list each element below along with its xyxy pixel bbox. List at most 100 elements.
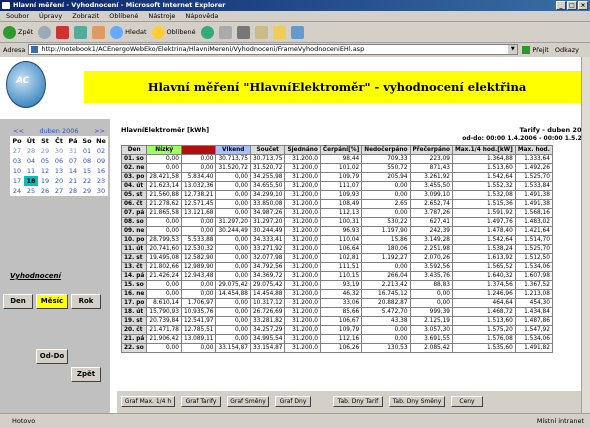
vyhodnoceni-heading: Vyhodnocení: [10, 272, 61, 280]
maximize-button[interactable]: □: [567, 1, 577, 10]
links-label[interactable]: Odkazy: [555, 46, 579, 54]
calendar-day[interactable]: 27: [52, 186, 66, 196]
calendar-day[interactable]: 04: [24, 156, 38, 166]
menu-soubor[interactable]: Soubor: [6, 11, 29, 21]
column-header[interactable]: Den: [120, 145, 148, 155]
menu-upravy[interactable]: Úpravy: [39, 11, 62, 21]
calendar-day[interactable]: 03: [10, 156, 24, 166]
table-cell: 01. so: [120, 154, 148, 164]
table-cell: 1.565,52: [451, 262, 516, 272]
column-header[interactable]: Nedočerpáno: [361, 145, 411, 155]
column-header[interactable]: Max. hod.: [514, 145, 553, 155]
calendar-day[interactable]: 19: [38, 176, 52, 186]
stop-icon[interactable]: [56, 25, 70, 39]
zpet-button[interactable]: Zpět: [71, 367, 101, 382]
calendar-day[interactable]: 07: [66, 156, 80, 166]
calendar-day[interactable]: 26: [38, 186, 52, 196]
calendar-day[interactable]: 22: [80, 176, 94, 186]
graf-dny-button[interactable]: Graf Dny: [275, 396, 311, 407]
column-header[interactable]: Max.1/4 hod.[kW]: [451, 145, 516, 155]
graf-tarify-button[interactable]: Graf Tarify: [181, 396, 221, 407]
den-button[interactable]: Den: [3, 294, 33, 309]
favorites-button[interactable]: Oblíbené: [151, 25, 196, 39]
calendar-day[interactable]: 08: [80, 156, 94, 166]
table-cell: 31.200,0: [284, 307, 321, 317]
favorites-label: Oblíbené: [166, 28, 196, 36]
print-icon[interactable]: [236, 25, 250, 39]
calendar-day[interactable]: 17: [10, 176, 24, 186]
tab-dny-smeny-button[interactable]: Tab. Dny Směny: [389, 396, 445, 407]
messenger-icon[interactable]: [290, 25, 304, 39]
calendar-day[interactable]: 30: [94, 186, 108, 196]
forward-arrow-icon[interactable]: [38, 25, 52, 39]
table-cell: 1.575,20: [451, 325, 516, 335]
table-cell: 2,65: [361, 199, 411, 209]
menu-zobrazit[interactable]: Zobrazit: [72, 11, 99, 21]
table-row: 03. po 28.421,58 5.834,40 0,00 34.255,98 31.2…: [120, 172, 553, 182]
button-bar: Graf Max. 1/4 h Graf Tarify Graf Směny G…: [117, 391, 590, 413]
mail-icon[interactable]: [218, 25, 232, 39]
calendar-day[interactable]: 13: [52, 166, 66, 176]
tab-dny-tarif-button[interactable]: Tab. Dny Tarif: [333, 396, 383, 407]
menu-oblibene[interactable]: Oblíbené: [109, 11, 138, 21]
home-icon[interactable]: [92, 25, 106, 39]
calendar-day[interactable]: 01: [80, 146, 94, 156]
column-header[interactable]: Sjednáno: [284, 145, 321, 155]
calendar-day[interactable]: 23: [94, 176, 108, 186]
search-button[interactable]: Hledat: [110, 25, 147, 39]
graf-smeny-button[interactable]: Graf Směny: [227, 396, 269, 407]
calendar-day[interactable]: 12: [38, 166, 52, 176]
calendar-day[interactable]: 02: [94, 146, 108, 156]
calendar-day[interactable]: 31: [66, 146, 80, 156]
mesic-button[interactable]: Měsíc: [36, 294, 68, 309]
calendar-day[interactable]: 21: [66, 176, 80, 186]
ceny-button[interactable]: Ceny: [451, 396, 483, 407]
calendar-day[interactable]: 16: [94, 166, 108, 176]
column-header[interactable]: Součet: [249, 145, 286, 155]
calendar-day[interactable]: 18: [24, 176, 38, 186]
close-button[interactable]: ×: [578, 1, 588, 10]
column-header[interactable]: Čerpání[%]: [319, 145, 363, 155]
vertical-scrollbar[interactable]: [581, 57, 590, 413]
calendar-day[interactable]: 24: [10, 186, 24, 196]
column-header[interactable]: Nízký: [146, 145, 182, 155]
refresh-icon[interactable]: [74, 25, 88, 39]
calendar-day[interactable]: 28: [66, 186, 80, 196]
calendar-day[interactable]: 14: [66, 166, 80, 176]
chevron-down-icon[interactable]: ▼: [508, 45, 518, 54]
calendar-day[interactable]: 29: [80, 186, 94, 196]
calendar-dayname: Čt: [52, 136, 66, 146]
calendar-day[interactable]: 29: [38, 146, 52, 156]
menu-napoveda[interactable]: Nápověda: [185, 11, 218, 21]
calendar-day[interactable]: 30: [52, 146, 66, 156]
column-header[interactable]: Vlkend: [215, 145, 251, 155]
graf-max-button[interactable]: Graf Max. 1/4 h: [121, 396, 175, 407]
table-cell: 111,07: [319, 181, 363, 191]
column-header[interactable]: [180, 145, 217, 155]
calendar-day[interactable]: 25: [24, 186, 38, 196]
table-cell: 30.713,75: [249, 154, 286, 164]
calendar-day[interactable]: 10: [10, 166, 24, 176]
calendar-day[interactable]: 09: [94, 156, 108, 166]
edit-icon[interactable]: [254, 25, 268, 39]
folder-icon[interactable]: [272, 25, 286, 39]
address-input[interactable]: http://notebook1/ACEnergoWebEko/Elektrin…: [28, 44, 519, 55]
calendar-day[interactable]: 28: [24, 146, 38, 156]
calendar-next[interactable]: >>: [94, 127, 105, 136]
od-do-button[interactable]: Od-Do: [36, 349, 68, 364]
history-icon[interactable]: [200, 25, 214, 39]
minimize-button[interactable]: _: [556, 1, 566, 10]
menu-nastroje[interactable]: Nástroje: [148, 11, 175, 21]
calendar-day[interactable]: 11: [24, 166, 38, 176]
calendar-day[interactable]: 06: [52, 156, 66, 166]
go-button[interactable]: Přejít: [522, 45, 549, 54]
calendar-day[interactable]: 27: [10, 146, 24, 156]
table-cell: 16.745,12: [361, 289, 411, 299]
calendar-day[interactable]: 20: [52, 176, 66, 186]
calendar-day[interactable]: 15: [80, 166, 94, 176]
back-button[interactable]: Zpět: [3, 25, 33, 39]
column-header[interactable]: Přečerpáno: [409, 145, 453, 155]
rok-button[interactable]: Rok: [71, 294, 101, 309]
calendar-day[interactable]: 05: [38, 156, 52, 166]
calendar-prev[interactable]: <<: [13, 127, 24, 136]
